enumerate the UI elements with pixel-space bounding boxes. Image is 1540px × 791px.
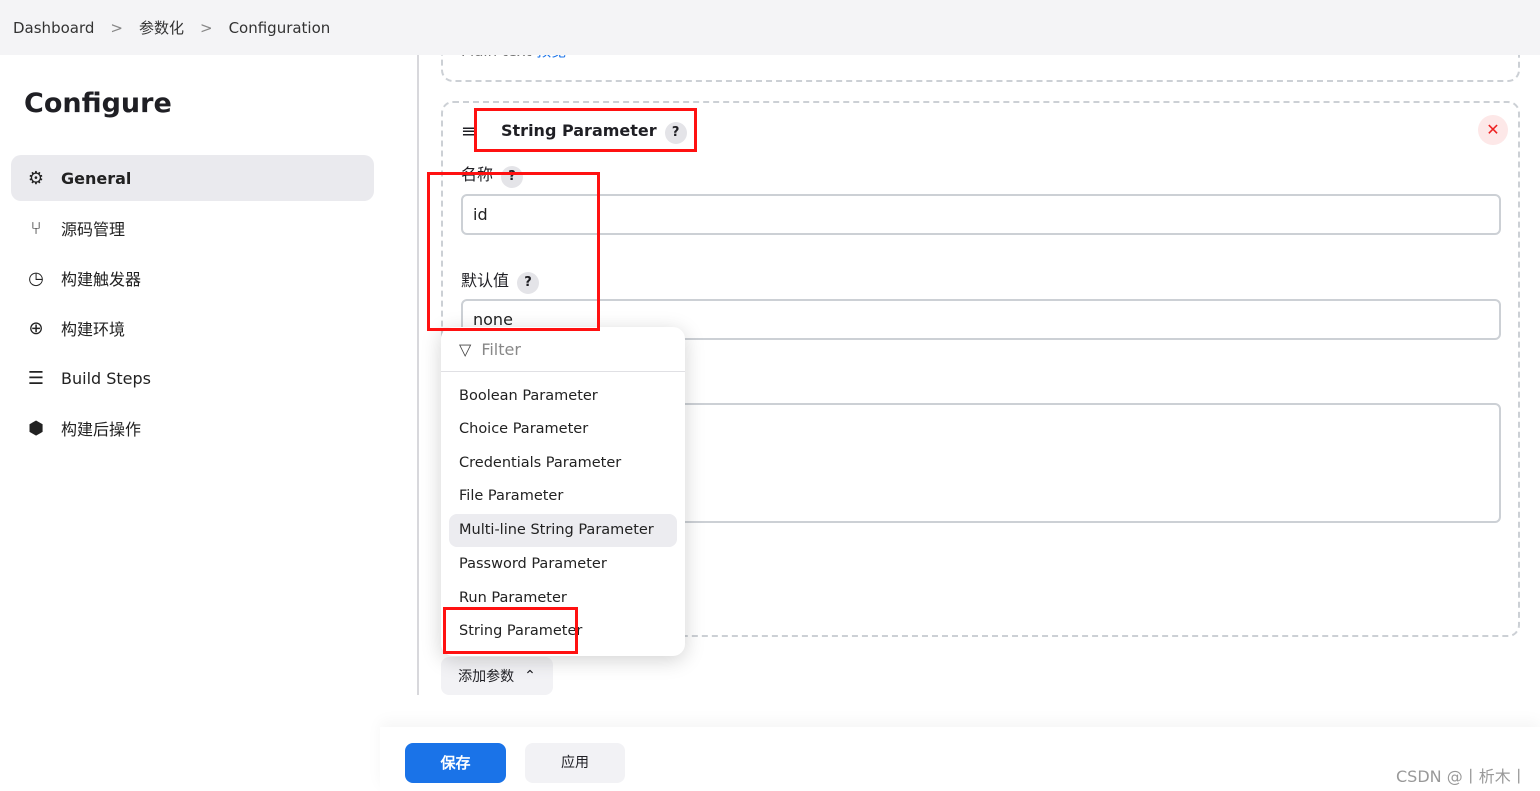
close-icon[interactable]: ✕ (1478, 115, 1508, 145)
annotation-box (474, 108, 697, 152)
sidebar-item-triggers[interactable]: ◷ 构建触发器 (11, 255, 374, 301)
filter-input[interactable]: ▽ Filter (441, 327, 685, 372)
sidebar-item-label: 构建触发器 (61, 270, 142, 289)
sidebar-item-label: 构建环境 (61, 320, 126, 339)
breadcrumb-configuration[interactable]: Configuration (229, 19, 331, 37)
menu-item[interactable]: Multi-line String Parameter (449, 514, 677, 547)
package-icon: ⬢ (28, 417, 44, 439)
chevron-right-icon: > (110, 18, 123, 37)
apply-button[interactable]: 应用 (525, 743, 625, 783)
gear-icon: ⚙ (27, 167, 45, 189)
sidebar-item-post-build[interactable]: ⬢ 构建后操作 (11, 405, 374, 451)
sidebar-item-scm[interactable]: ⑂ 源码管理 (11, 205, 374, 251)
page-title: Configure (24, 88, 172, 119)
menu-item[interactable]: Password Parameter (449, 548, 677, 581)
globe-icon: ⊕ (28, 317, 44, 339)
menu-item[interactable]: Credentials Parameter (449, 447, 677, 480)
sidebar-item-label: Build Steps (61, 368, 152, 388)
watermark: CSDN @丨析木丨 (1396, 767, 1527, 786)
timer-icon: ◷ (28, 267, 44, 289)
breadcrumb: Dashboard > 参数化 > Configuration (0, 0, 1540, 55)
sidebar-item-environment[interactable]: ⊕ 构建环境 (11, 305, 374, 351)
sidebar-item-general[interactable]: ⚙ General (11, 155, 374, 201)
chevron-up-icon: ⌃ (524, 668, 536, 684)
breadcrumb-job[interactable]: 参数化 (139, 17, 184, 38)
add-parameter-button[interactable]: 添加参数 ⌃ (441, 657, 553, 695)
menu-item[interactable]: File Parameter (449, 480, 677, 513)
sidebar-item-build-steps[interactable]: ☰ Build Steps (11, 355, 374, 401)
breadcrumb-dashboard[interactable]: Dashboard (13, 19, 94, 37)
list-icon: ☰ (27, 367, 45, 389)
sidebar-item-label: 构建后操作 (61, 420, 142, 439)
annotation-box (427, 172, 600, 331)
menu-item[interactable]: Boolean Parameter (449, 380, 677, 413)
sidebar: ⚙ General ⑂ 源码管理 ◷ 构建触发器 ⊕ 构建环境 ☰ Build Steps… (11, 155, 374, 455)
annotation-box (443, 607, 578, 654)
save-button[interactable]: 保存 (405, 743, 506, 783)
filter-icon: ▽ (459, 339, 472, 359)
name-input[interactable] (461, 194, 1501, 235)
filter-placeholder: Filter (481, 339, 521, 359)
menu-item[interactable]: Choice Parameter (449, 413, 677, 446)
divider (417, 55, 419, 695)
branch-icon: ⑂ (30, 217, 42, 239)
add-parameter-label: 添加参数 (458, 669, 515, 685)
sidebar-item-label: 源码管理 (61, 220, 126, 239)
chevron-right-icon: > (199, 18, 213, 37)
sidebar-item-label: General (61, 168, 132, 188)
